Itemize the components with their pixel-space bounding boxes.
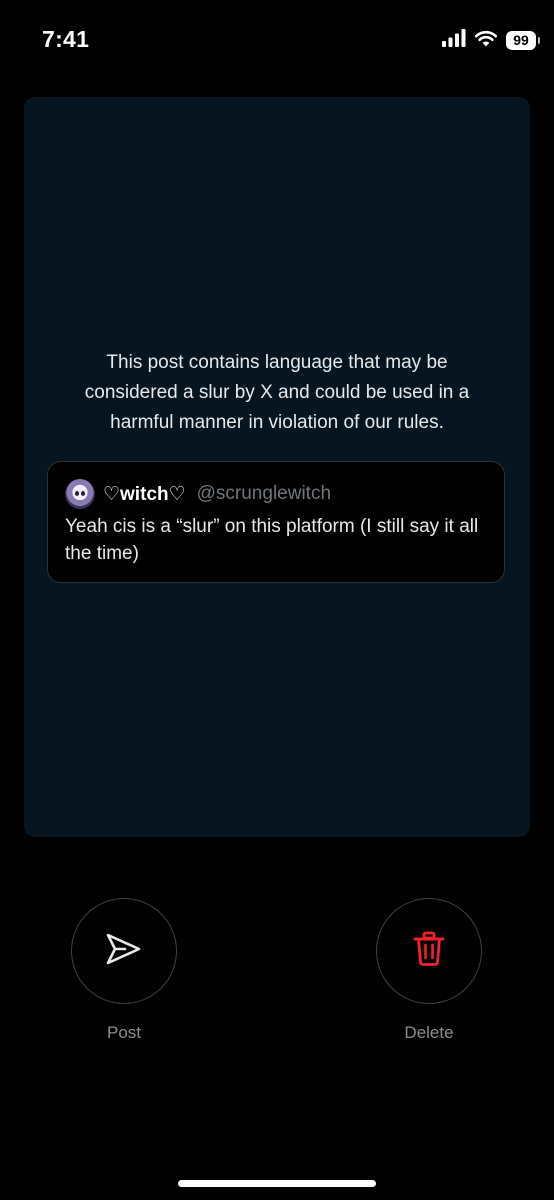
status-icons: 99: [442, 28, 540, 52]
delete-label: Delete: [404, 1023, 454, 1042]
avatar-eye-right: [81, 491, 85, 496]
status-time: 7:41: [42, 26, 90, 52]
trash-icon: [413, 931, 445, 972]
avatar-eye-left: [75, 491, 79, 496]
battery-level: 99: [513, 32, 529, 48]
quoted-post-body: Yeah cis is a “slur” on this platform (I…: [65, 516, 479, 564]
send-icon: [105, 932, 143, 971]
home-indicator[interactable]: [178, 1180, 376, 1187]
display-name: ♡witch♡: [103, 483, 186, 505]
delete-action[interactable]: Delete: [376, 898, 482, 1043]
delete-button[interactable]: [376, 898, 482, 1004]
battery-icon: 99: [506, 30, 540, 50]
wifi-icon: [474, 29, 498, 52]
sensitive-notice-card: This post contains language that may be …: [24, 97, 530, 837]
quoted-post[interactable]: ♡witch♡ @scrunglewitch Yeah cis is a “sl…: [47, 461, 505, 583]
cellular-signal-icon: [442, 28, 466, 52]
post-action[interactable]: Post: [71, 898, 177, 1043]
avatar: [65, 479, 95, 509]
notice-text: This post contains language that may be …: [84, 352, 470, 433]
post-button[interactable]: [71, 898, 177, 1004]
quoted-post-header: ♡witch♡ @scrunglewitch: [65, 479, 331, 509]
status-bar: 7:41 99: [0, 0, 554, 80]
user-handle: @scrunglewitch: [196, 483, 332, 504]
post-label: Post: [106, 1023, 142, 1042]
